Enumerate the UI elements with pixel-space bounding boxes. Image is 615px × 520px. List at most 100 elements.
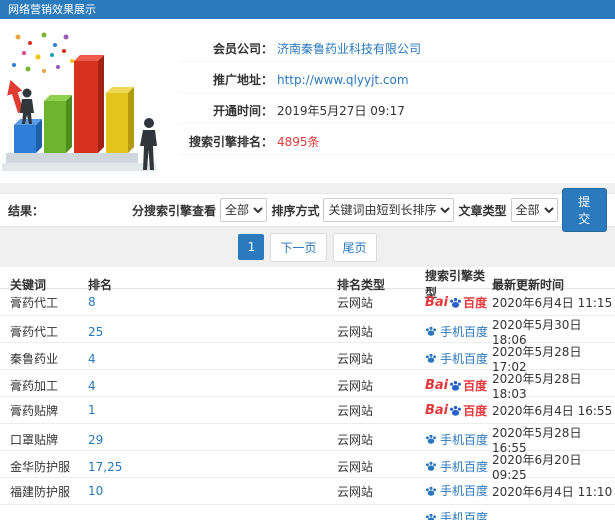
- baidu-logo-cn: 百度: [463, 403, 488, 418]
- mobile-baidu-badge: 手机百度: [425, 458, 488, 475]
- engine-cell: 手机百度: [425, 350, 492, 368]
- mobile-baidu-label: 手机百度: [440, 351, 489, 366]
- rank-link[interactable]: 1: [88, 403, 337, 417]
- keyword-cell: 膏药代工: [10, 295, 59, 310]
- mobile-baidu-label: 手机百度: [440, 511, 489, 520]
- mobile-baidu-paw-icon: [425, 325, 437, 337]
- baidu-logo-latin: Bai: [425, 378, 449, 393]
- rank-link[interactable]: 4: [88, 352, 337, 366]
- member-company-link[interactable]: 济南秦鲁药业科技有限公司: [277, 39, 421, 59]
- table-row: 手机百度: [0, 505, 615, 520]
- engine-cell: 手机百度: [425, 482, 492, 500]
- filter-bar: 结果： 分搜索引擎查看 全部 排序方式 关键词由短到长排序 文章类型 全部 提交: [0, 188, 615, 232]
- table-row: 膏药贴牌 1 云网站 Bai 百度 2020年6月4日 16:55: [0, 397, 615, 424]
- rank-type-cell: 云网站: [337, 325, 374, 339]
- result-label: 结果：: [8, 203, 45, 218]
- rank-link[interactable]: 17,25: [88, 460, 337, 474]
- baidu-logo-cn: 百度: [463, 379, 488, 393]
- mobile-baidu-paw-icon: [425, 460, 437, 472]
- update-time-cell: 2020年6月4日 11:10: [492, 484, 613, 499]
- rank-link[interactable]: 29: [88, 433, 337, 447]
- engine-cell: 手机百度: [425, 458, 492, 476]
- keyword-cell: 膏药代工: [10, 325, 59, 339]
- page-title: 网络营销效果展示: [8, 3, 96, 16]
- mobile-baidu-badge: 手机百度: [425, 350, 488, 367]
- member-info-panel: 会员公司： 济南秦鲁药业科技有限公司 推广地址： http://www.qlyy…: [0, 19, 615, 183]
- table-row: 秦鲁药业 4 云网站 手机百度 2020年5月28日 17:02: [0, 343, 615, 374]
- mobile-baidu-label: 手机百度: [440, 432, 489, 447]
- engine-cell: Bai 百度: [425, 377, 492, 394]
- rank-type-cell: 云网站: [337, 379, 374, 393]
- bar-chart-illustration: [2, 32, 157, 171]
- engine-filter-select[interactable]: 全部: [220, 198, 268, 222]
- mobile-baidu-badge: 手机百度: [425, 323, 488, 340]
- open-time-label: 开通时间：: [212, 104, 273, 118]
- promo-url-label: 推广地址：: [212, 73, 273, 87]
- mobile-baidu-paw-icon: [425, 433, 437, 445]
- header-update-time: 最新更新时间: [492, 277, 565, 292]
- rank-link[interactable]: 4: [88, 379, 337, 393]
- table-row: 膏药加工 4 云网站 Bai 百度 2020年5月28日 18:03: [0, 370, 615, 401]
- marketing-chart-clipart: [0, 27, 178, 177]
- rank-type-cell: 云网站: [337, 295, 374, 310]
- promo-url-link[interactable]: http://www.qlyyjt.com: [277, 70, 409, 90]
- rank-link[interactable]: 10: [88, 484, 337, 498]
- table-row: 口罩贴牌 29 云网站 手机百度 2020年5月28日 16:55: [0, 424, 615, 455]
- baidu-paw-icon: [449, 296, 462, 309]
- next-page-button[interactable]: 下一页: [270, 232, 327, 262]
- promo-url-row: 推广地址： http://www.qlyyjt.com: [178, 70, 615, 93]
- rank-link[interactable]: 8: [88, 295, 337, 309]
- table-row: 金华防护服 17,25 云网站 手机百度 2020年6月20日 09:25: [0, 451, 615, 482]
- sort-select[interactable]: 关键词由短到长排序: [323, 198, 455, 222]
- rank-type-cell: 云网站: [337, 403, 374, 418]
- rank-link[interactable]: 25: [88, 325, 337, 339]
- header-keyword: 关键词: [10, 277, 47, 292]
- mobile-baidu-label: 手机百度: [440, 324, 489, 339]
- keyword-cell: 膏药加工: [10, 379, 59, 393]
- article-type-label: 文章类型: [458, 203, 507, 218]
- member-info-fields: 会员公司： 济南秦鲁药业科技有限公司 推广地址： http://www.qlyy…: [178, 27, 615, 177]
- keyword-cell: 口罩贴牌: [10, 433, 59, 447]
- pagination: 1 下一页 尾页: [0, 227, 615, 267]
- keyword-cell: 金华防护服: [10, 460, 71, 474]
- rank-type-cell: 云网站: [337, 352, 374, 366]
- baidu-paw-icon: [449, 404, 462, 417]
- article-type-select[interactable]: 全部: [510, 198, 558, 222]
- header-rank: 排名: [88, 277, 113, 292]
- baidu-logo-latin: Bai: [425, 402, 449, 418]
- rank-type-cell: 云网站: [337, 433, 374, 447]
- engine-rank-count: 4895条: [277, 135, 320, 149]
- engine-cell: 手机百度: [425, 509, 492, 520]
- sort-label: 排序方式: [271, 203, 320, 218]
- member-company-label: 会员公司：: [212, 42, 273, 56]
- engine-filter-label: 分搜索引擎查看: [132, 203, 217, 218]
- keyword-rank-table: 关键词 排名 排名类型 搜索引擎类型 最新更新时间 膏药代工 8 云网站 Bai…: [0, 267, 615, 520]
- mobile-baidu-badge: 手机百度: [425, 482, 488, 499]
- last-page-button[interactable]: 尾页: [332, 232, 377, 262]
- keyword-cell: 膏药贴牌: [10, 403, 59, 418]
- baidu-paw-icon: [449, 379, 462, 392]
- engine-cell: Bai 百度: [425, 402, 492, 419]
- mobile-baidu-paw-icon: [425, 485, 437, 497]
- member-company-row: 会员公司： 济南秦鲁药业科技有限公司: [178, 39, 615, 62]
- page-number-current[interactable]: 1: [238, 234, 265, 260]
- mobile-baidu-paw-icon: [425, 352, 437, 364]
- mobile-baidu-label: 手机百度: [440, 484, 489, 499]
- mobile-baidu-badge: 手机百度: [425, 431, 488, 448]
- engine-cell: Bai 百度: [425, 294, 492, 311]
- update-time-cell: 2020年6月20日 09:25: [492, 453, 582, 482]
- table-row: 膏药代工 25 云网站 手机百度 2020年5月30日 18:06: [0, 316, 615, 347]
- rank-type-cell: 云网站: [337, 484, 374, 499]
- update-time-cell: 2020年6月4日 11:15: [492, 295, 613, 310]
- baidu-logo: Bai 百度: [425, 294, 487, 311]
- mobile-baidu-paw-icon: [425, 512, 437, 520]
- submit-button[interactable]: 提交: [561, 188, 607, 232]
- open-time-row: 开通时间： 2019年5月27日 09:17: [178, 101, 615, 124]
- engine-rank-row: 搜索引擎排名： 4895条: [178, 132, 615, 155]
- table-header-row: 关键词 排名 排名类型 搜索引擎类型 最新更新时间: [0, 267, 615, 300]
- keyword-cell: 福建防护服: [10, 484, 71, 499]
- update-time-cell: 2020年5月28日 18:03: [492, 372, 582, 401]
- table-row: 膏药代工 8 云网站 Bai 百度 2020年6月4日 11:15: [0, 289, 615, 316]
- mobile-baidu-badge: 手机百度: [425, 509, 488, 520]
- keyword-cell: 秦鲁药业: [10, 352, 59, 366]
